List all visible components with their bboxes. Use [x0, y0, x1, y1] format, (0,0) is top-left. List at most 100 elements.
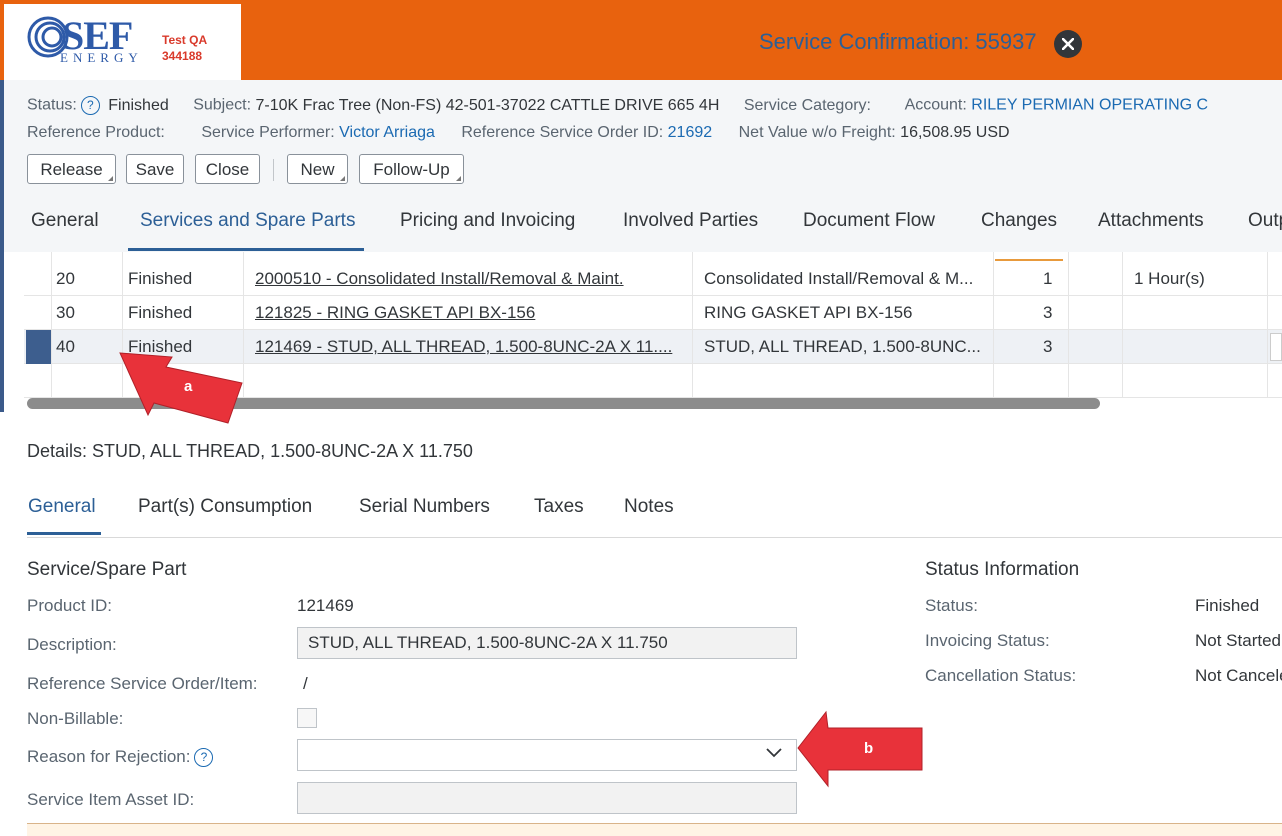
follow-up-button-label: Follow-Up — [373, 160, 450, 179]
ref-order-item-label: Reference Service Order/Item: — [27, 674, 258, 693]
help-icon[interactable]: ? — [80, 96, 100, 115]
info-row-2: Reference Product: Service Performer: Vi… — [27, 124, 1010, 142]
annotation-arrow-b — [797, 710, 923, 788]
asset-id-field[interactable] — [297, 782, 797, 814]
environment-name: Test QA — [162, 33, 208, 47]
asset-id-label: Service Item Asset ID: — [27, 790, 195, 809]
ref-order-item-value: / — [303, 674, 308, 693]
release-button-label: Release — [40, 160, 103, 179]
row-input-edge — [1270, 333, 1282, 361]
item-number: 40 — [56, 337, 75, 356]
cancellation-status-label: Cancellation Status: — [925, 666, 1077, 685]
service-performer-link[interactable]: Victor Arriaga — [339, 124, 435, 141]
page-title: Service Confirmation: 55937 — [759, 29, 1037, 54]
message-strip — [27, 823, 1282, 836]
release-button[interactable]: Release — [27, 154, 116, 184]
table-row[interactable]: 20 Finished 2000510 - Consolidated Insta… — [24, 262, 1282, 296]
ref-service-order-link[interactable]: 21692 — [668, 124, 713, 141]
close-button-label: Close — [205, 160, 250, 179]
item-status: Finished — [128, 269, 193, 288]
reason-rejection-label: Reason for Rejection: — [27, 747, 191, 766]
reason-rejection-select[interactable] — [297, 739, 797, 771]
item-unit: 1 Hour(s) — [1134, 269, 1205, 288]
section-title-status: Status Information — [925, 559, 1080, 580]
subtab-general[interactable]: General — [28, 496, 96, 518]
reason-rejection-label-row: Reason for Rejection:? — [27, 747, 217, 768]
non-billable-label: Non-Billable: — [27, 709, 124, 728]
service-category-label: Service Category: — [743, 96, 871, 114]
column-divider — [1068, 252, 1069, 398]
item-status-value: Finished — [1195, 596, 1260, 615]
account-label: Account: — [904, 96, 967, 114]
table-row[interactable]: 30 Finished 121825 - RING GASKET API BX-… — [24, 296, 1282, 330]
service-performer-label: Service Performer: — [201, 124, 335, 141]
new-button-label: New — [300, 160, 335, 179]
tab-output[interactable]: Outp — [1248, 210, 1282, 232]
save-button-label: Save — [135, 160, 175, 179]
invoicing-status-value: Not Started — [1195, 631, 1281, 650]
item-quantity: 3 — [1043, 303, 1053, 322]
menu-corner-icon — [340, 176, 345, 181]
tab-services-and-spare-parts[interactable]: Services and Spare Parts — [140, 210, 355, 232]
tab-document-flow[interactable]: Document Flow — [803, 210, 935, 232]
annotation-label-b: b — [864, 740, 874, 757]
details-title: Details: STUD, ALL THREAD, 1.500-8UNC-2A… — [27, 441, 473, 461]
row-selector[interactable] — [26, 330, 51, 364]
close-page-button[interactable] — [1054, 30, 1082, 58]
net-value-value: 16,508.95 USD — [900, 124, 1010, 141]
environment-label: Test QA 344188 — [162, 32, 207, 64]
tab-changes[interactable]: Changes — [981, 210, 1057, 232]
save-button[interactable]: Save — [126, 154, 184, 184]
close-button[interactable]: Close — [195, 154, 260, 184]
subtab-serial-numbers[interactable]: Serial Numbers — [359, 496, 490, 518]
chevron-down-icon[interactable] — [765, 747, 783, 759]
item-quantity: 3 — [1043, 337, 1053, 356]
annotation-label-a: a — [184, 378, 193, 395]
net-value-label: Net Value w/o Freight: — [738, 124, 896, 141]
subject-value: 7-10K Frac Tree (Non-FS) 42-501-37022 CA… — [255, 96, 720, 114]
tab-general[interactable]: General — [31, 210, 99, 232]
status-value: Finished — [108, 96, 169, 114]
tab-attachments[interactable]: Attachments — [1098, 210, 1204, 232]
subtab-taxes[interactable]: Taxes — [534, 496, 584, 518]
item-status-label: Status: — [925, 596, 978, 615]
follow-up-button[interactable]: Follow-Up — [359, 154, 464, 184]
menu-corner-icon — [108, 176, 113, 181]
tab-involved-parties[interactable]: Involved Parties — [623, 210, 758, 232]
tab-pricing-and-invoicing[interactable]: Pricing and Invoicing — [400, 210, 575, 232]
item-status: Finished — [128, 303, 193, 322]
description-field[interactable]: STUD, ALL THREAD, 1.500-8UNC-2A X 11.750 — [297, 627, 797, 659]
active-tab-indicator — [128, 248, 364, 251]
subtab-notes[interactable]: Notes — [624, 496, 674, 518]
environment-id: 344188 — [162, 49, 203, 63]
column-divider — [993, 252, 994, 398]
item-product-link[interactable]: 2000510 - Consolidated Install/Removal &… — [255, 262, 695, 296]
main-tabs: General Services and Spare Parts Pricing… — [0, 210, 1282, 252]
reference-product-label: Reference Product: — [27, 124, 165, 141]
new-button[interactable]: New — [287, 154, 348, 184]
active-subtab-indicator — [27, 532, 101, 535]
help-icon[interactable]: ? — [194, 748, 214, 768]
toolbar-separator — [273, 159, 274, 181]
company-logo: SEF ENERGY Test QA 344188 — [4, 4, 241, 80]
column-divider — [692, 252, 693, 398]
item-description: Consolidated Install/Removal & M... — [704, 269, 974, 288]
item-product-link[interactable]: 121469 - STUD, ALL THREAD, 1.500-8UNC-2A… — [255, 330, 695, 364]
item-quantity: 1 — [1043, 269, 1053, 288]
column-divider — [1122, 252, 1123, 398]
non-billable-checkbox[interactable] — [297, 708, 317, 728]
item-product-link[interactable]: 121825 - RING GASKET API BX-156 — [255, 296, 695, 330]
menu-corner-icon — [456, 176, 461, 181]
item-description: RING GASKET API BX-156 — [704, 303, 913, 322]
close-icon — [1062, 38, 1074, 50]
logo-subtext: ENERGY — [60, 50, 143, 65]
item-description: STUD, ALL THREAD, 1.500-8UNC... — [704, 337, 981, 356]
description-label: Description: — [27, 635, 117, 654]
subtab-parts-consumption[interactable]: Part(s) Consumption — [138, 496, 312, 518]
column-divider — [51, 252, 52, 398]
section-title-service-part: Service/Spare Part — [27, 559, 187, 580]
subject-label: Subject: — [193, 96, 252, 114]
account-link[interactable]: RILEY PERMIAN OPERATING C — [971, 97, 1208, 114]
item-number: 20 — [56, 269, 75, 288]
status-label: Status: — [27, 96, 77, 114]
